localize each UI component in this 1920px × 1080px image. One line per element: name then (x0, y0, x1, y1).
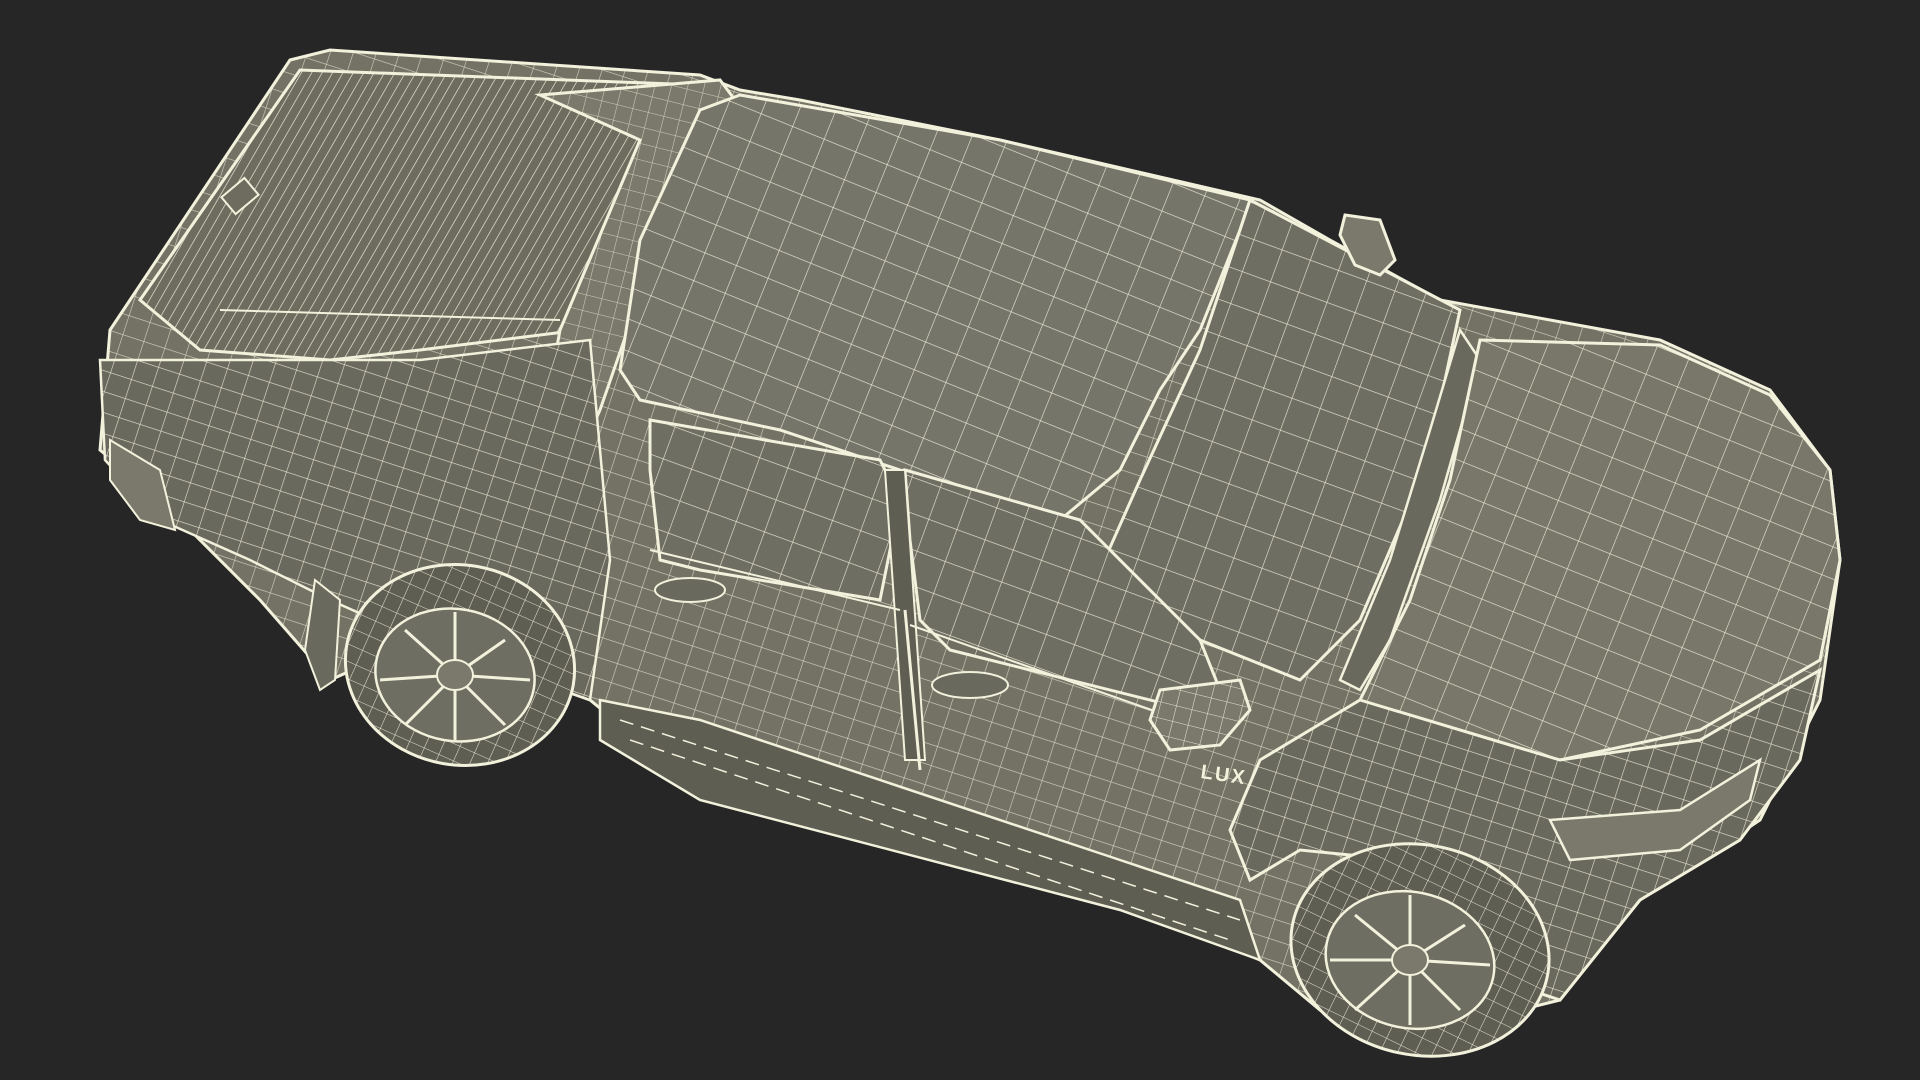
pickup-truck-wireframe-render: LUX (98, 48, 1842, 1058)
truck-body: LUX (98, 48, 1842, 1022)
rear-door-handle (654, 577, 726, 603)
viewport: LUX (0, 0, 1920, 1080)
front-door-handle (931, 671, 1009, 699)
